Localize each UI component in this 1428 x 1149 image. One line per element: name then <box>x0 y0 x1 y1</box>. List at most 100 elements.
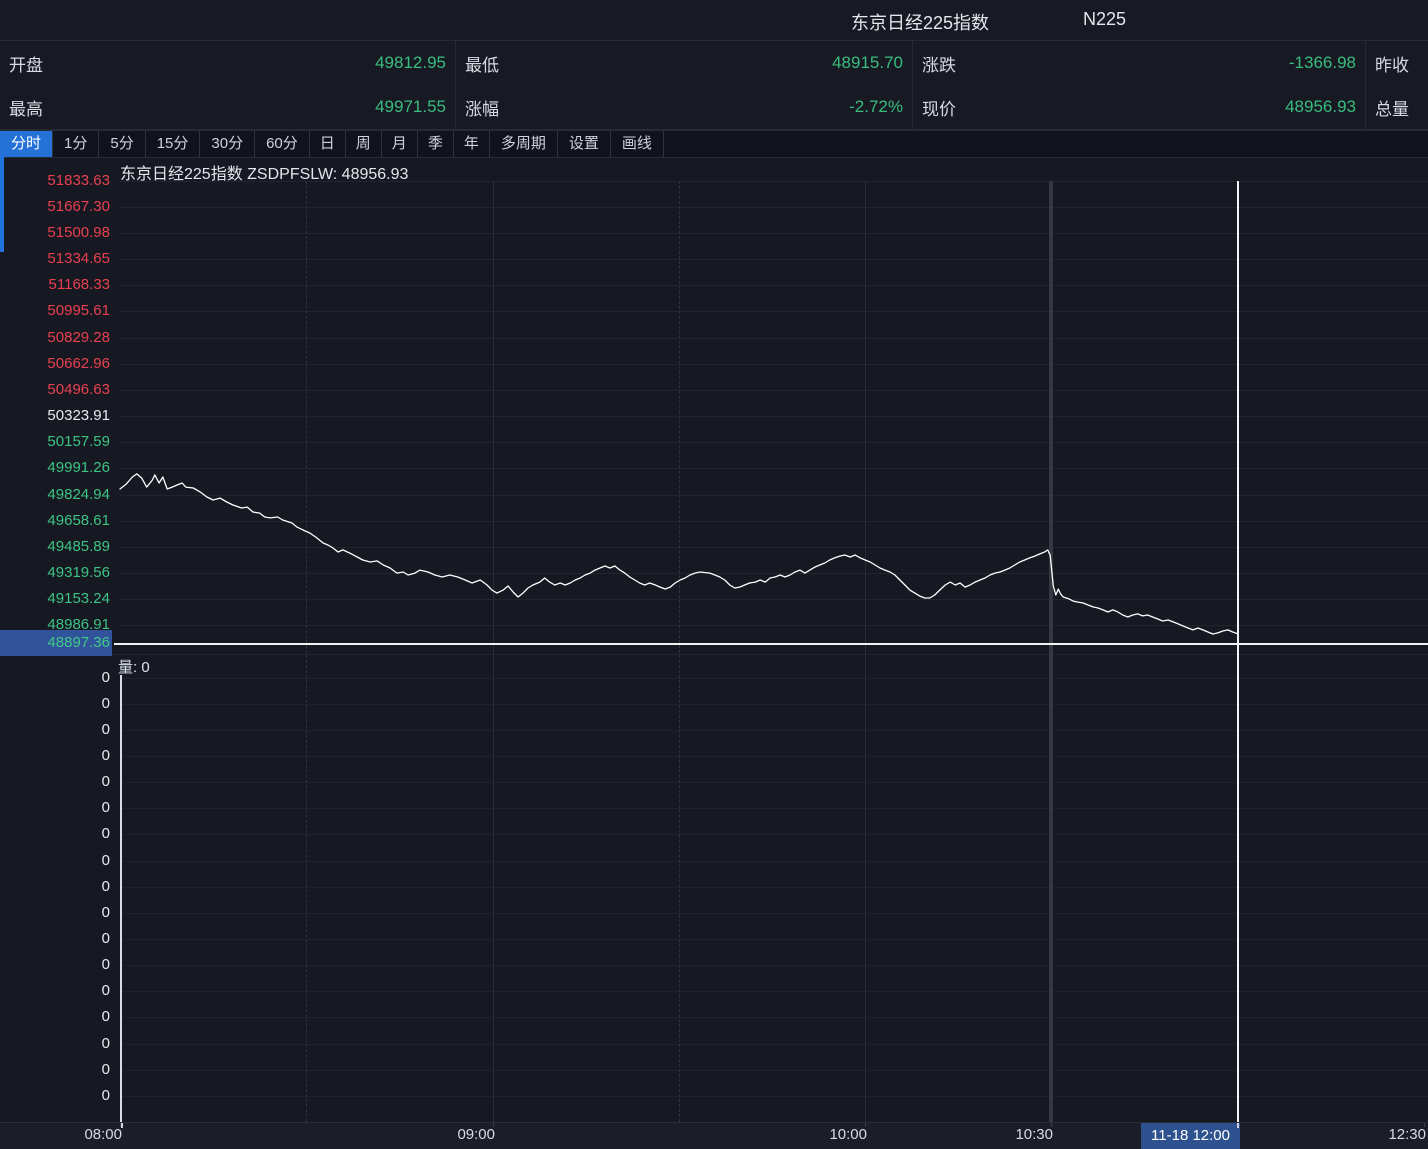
info-cell: 最低 48915.70 <box>456 41 912 85</box>
time-axis-tick <box>493 1123 494 1127</box>
price-axis-label: 51168.33 <box>0 272 112 298</box>
price-axis-label: 49991.26 <box>0 455 112 481</box>
crosshair-vertical-line <box>1237 181 1239 1122</box>
info-value: 49971.55 <box>375 97 446 117</box>
price-axis-label: 50662.96 <box>0 351 112 377</box>
tab-月[interactable]: 月 <box>382 131 418 157</box>
tab-画线[interactable]: 画线 <box>611 131 664 157</box>
tab-15分[interactable]: 15分 <box>146 131 201 157</box>
time-axis-tick <box>1051 1123 1052 1127</box>
stock-app-window: 东京日经225指数 N225 开盘49812.95最高49971.55最低489… <box>0 0 1428 1149</box>
index-name: 东京日经225指数 <box>851 9 989 35</box>
time-axis-bar: 11-18 12:00 08:00 09:00 10:00 10:30 12:30 <box>0 1122 1428 1149</box>
volume-axis-label: 0 <box>0 821 112 847</box>
volume-value-label: 量: 0 <box>118 656 150 677</box>
price-axis-label: 50157.59 <box>0 429 112 455</box>
price-axis-label: 51334.65 <box>0 246 112 272</box>
price-axis-label: 50995.61 <box>0 298 112 324</box>
tab-5分[interactable]: 5分 <box>99 131 145 157</box>
tab-分时[interactable]: 分时 <box>0 131 53 157</box>
info-label: 涨幅 <box>465 95 499 120</box>
time-axis-label: 10:00 <box>829 1126 867 1143</box>
crosshair-price-label: 48897.36 <box>0 630 112 656</box>
info-label: 现价 <box>922 95 956 120</box>
tab-60分[interactable]: 60分 <box>255 131 310 157</box>
price-axis-label: 51667.30 <box>0 194 112 220</box>
intraday-chart[interactable]: 东京日经225指数 ZSDPFSLW: 48956.93 量: 0 48897.… <box>0 159 1428 1122</box>
info-value: 48956.93 <box>1285 97 1356 117</box>
tab-年[interactable]: 年 <box>454 131 490 157</box>
title-bar: 东京日经225指数 N225 <box>0 0 1428 41</box>
volume-axis-label: 0 <box>0 665 112 691</box>
info-label: 涨跌 <box>922 51 956 76</box>
time-axis-label: 10:30 <box>1015 1126 1053 1143</box>
info-value: -2.72% <box>849 97 903 117</box>
info-label: 总量 <box>1375 95 1409 120</box>
period-tab-bar: 分时1分5分15分30分60分日周月季年多周期设置画线 <box>0 130 1428 158</box>
info-column-3: 昨收总量 <box>1366 41 1428 129</box>
price-axis-label: 50323.91 <box>0 403 112 429</box>
price-axis-label: 49824.94 <box>0 482 112 508</box>
volume-axis-label: 0 <box>0 769 112 795</box>
volume-axis-line <box>120 675 122 1122</box>
info-column-2: 涨跌 -1366.98 现价 48956.93 <box>913 41 1366 129</box>
price-line <box>120 474 1238 634</box>
volume-axis-label: 0 <box>0 900 112 926</box>
price-axis-label: 49658.61 <box>0 508 112 534</box>
volume-axis-label: 0 <box>0 1031 112 1057</box>
volume-axis-label: 0 <box>0 848 112 874</box>
crosshair-axis-tick <box>1237 1123 1239 1128</box>
info-value: -1366.98 <box>1289 53 1356 73</box>
index-symbol: N225 <box>1083 9 1126 30</box>
volume-axis-label: 0 <box>0 1057 112 1083</box>
price-axis-label: 51500.98 <box>0 220 112 246</box>
price-axis-label: 49319.56 <box>0 560 112 586</box>
price-axis-label: 49485.89 <box>0 534 112 560</box>
tab-季[interactable]: 季 <box>418 131 454 157</box>
price-axis-label: 51833.63 <box>0 168 112 194</box>
tab-1分[interactable]: 1分 <box>53 131 99 157</box>
price-axis-label: 49153.24 <box>0 586 112 612</box>
info-label: 最低 <box>465 51 499 76</box>
price-axis-label: 50829.28 <box>0 325 112 351</box>
tab-30分[interactable]: 30分 <box>200 131 255 157</box>
crosshair-time-label: 11-18 12:00 <box>1141 1123 1240 1149</box>
info-label: 最高 <box>9 95 43 120</box>
time-axis-tick <box>1424 1123 1425 1127</box>
volume-axis-label: 0 <box>0 717 112 743</box>
info-cell: 昨收 <box>1366 41 1428 85</box>
info-cell: 总量 <box>1366 85 1428 129</box>
tab-设置[interactable]: 设置 <box>558 131 611 157</box>
time-axis-tick <box>865 1123 866 1127</box>
volume-axis-label: 0 <box>0 1004 112 1030</box>
volume-axis-label: 0 <box>0 691 112 717</box>
info-cell: 最高 49971.55 <box>0 85 455 129</box>
tab-多周期[interactable]: 多周期 <box>490 131 558 157</box>
volume-axis-label: 0 <box>0 926 112 952</box>
quote-info-grid: 开盘49812.95最高49971.55最低48915.70涨幅-2.72%涨跌… <box>0 41 1428 130</box>
info-label: 昨收 <box>1375 51 1409 76</box>
volume-axis-label: 0 <box>0 978 112 1004</box>
info-value: 48915.70 <box>832 53 903 73</box>
chart-title: 东京日经225指数 ZSDPFSLW: 48956.93 <box>120 160 408 184</box>
volume-axis-label: 0 <box>0 743 112 769</box>
time-axis-label: 09:00 <box>457 1126 495 1143</box>
plot-start-tick <box>121 1123 123 1128</box>
info-column-0: 开盘49812.95最高49971.55 <box>0 41 456 129</box>
info-cell: 涨跌 -1366.98 <box>913 41 1365 85</box>
price-axis-label: 50496.63 <box>0 377 112 403</box>
info-value: 49812.95 <box>375 53 446 73</box>
volume-axis-label: 0 <box>0 874 112 900</box>
info-cell: 涨幅 -2.72% <box>456 85 912 129</box>
time-axis-label: 08:00 <box>84 1126 122 1143</box>
volume-axis-label: 0 <box>0 1083 112 1109</box>
info-cell: 现价 48956.93 <box>913 85 1365 129</box>
price-line-plot[interactable] <box>0 159 1428 1122</box>
volume-axis-label: 0 <box>0 795 112 821</box>
tab-日[interactable]: 日 <box>310 131 346 157</box>
info-column-1: 最低 48915.70 涨幅 -2.72% <box>456 41 913 129</box>
left-edge-scrollbar[interactable] <box>0 155 4 252</box>
crosshair-horizontal-line <box>114 643 1428 645</box>
tab-周[interactable]: 周 <box>346 131 382 157</box>
time-axis-label: 12:30 <box>1388 1126 1426 1143</box>
